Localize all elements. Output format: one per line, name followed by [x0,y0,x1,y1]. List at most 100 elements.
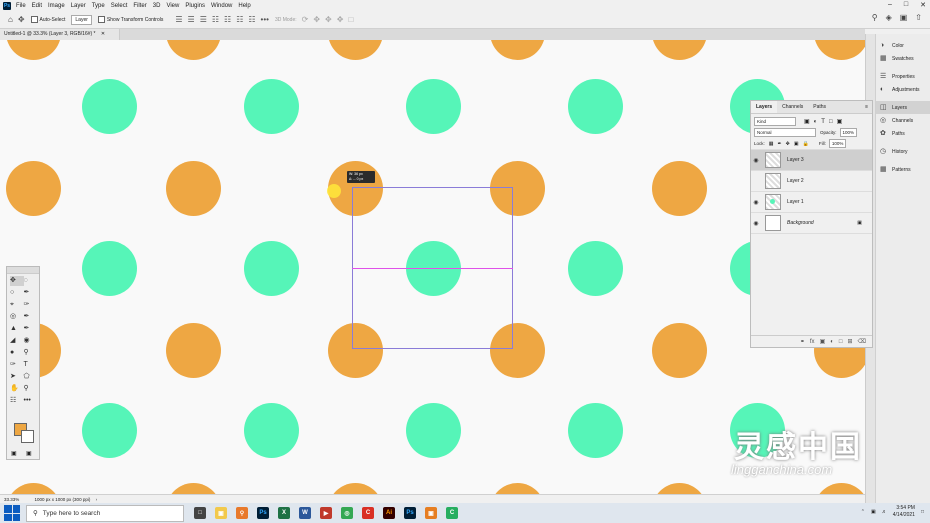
dock-adjustments[interactable]: ◐ Adjustments [876,83,930,96]
tools-panel-header[interactable] [7,267,39,274]
menu-image[interactable]: Image [48,3,65,9]
menu-edit[interactable]: Edit [32,3,42,9]
tab-paths[interactable]: Paths [808,104,831,110]
auto-select-checkbox[interactable] [30,16,38,23]
visibility-eye-icon[interactable]: ◉ [751,220,761,227]
eraser-tool-icon[interactable]: ◢ [10,336,24,346]
dock-paths[interactable]: ✿ Paths [876,127,930,140]
windows-start-icon[interactable] [4,505,20,521]
zoom-tool-icon[interactable]: ⚲ [24,384,38,394]
zoom-level[interactable]: 33.33% [4,497,19,502]
search-icon[interactable]: ⚲ [872,13,878,22]
history-brush-tool-icon[interactable]: ✒ [24,324,38,334]
layer-row[interactable]: ◉ Layer 3 [751,149,872,170]
transform-controls-option[interactable]: Show Transform Controls [97,16,163,23]
visibility-eye-icon[interactable]: ◉ [751,199,761,206]
tray-chevron-icon[interactable]: ⌃ [861,509,865,515]
fx-icon[interactable]: fx [810,339,815,345]
word-icon[interactable]: W [299,507,311,519]
visibility-eye-icon[interactable]: ◉ [751,157,761,164]
align-top-icon[interactable]: ☷ [212,15,219,24]
spot-heal-tool-icon[interactable]: ◎ [10,312,24,322]
stamp-tool-icon[interactable]: ▲ [10,324,24,334]
group-icon[interactable]: □ [839,339,843,345]
blend-mode-dropdown[interactable]: Normal [754,128,816,137]
menu-plugins[interactable]: Plugins [185,3,205,9]
document-tab[interactable]: Untitled-1 @ 33.3% (Layer 3, RGB/16#) * … [0,29,120,40]
home-icon[interactable]: ⌂ [8,15,13,24]
quick-select-tool-icon[interactable]: ✒ [24,288,38,298]
menu-file[interactable]: File [16,3,26,9]
menu-help[interactable]: Help [238,3,250,9]
dock-layers[interactable]: ◫ Layers [876,101,930,114]
more-options-icon[interactable]: ••• [261,15,269,24]
document-close-icon[interactable]: ✕ [101,31,105,37]
layer-row[interactable]: Layer 2 [751,170,872,191]
3d-pan-icon[interactable]: ✥ [325,15,332,24]
layer-row[interactable]: ◉ Layer 1 [751,191,872,212]
auto-select-target-dropdown[interactable]: Layer [71,14,92,25]
delete-layer-icon[interactable]: ⌫ [858,338,866,345]
red-app-icon[interactable]: C [362,507,374,519]
menu-3d[interactable]: 3D [153,3,161,9]
3d-orbit-icon[interactable]: ⟳ [302,15,309,24]
lock-icon[interactable]: ▣ [857,220,862,226]
add-mask-icon[interactable]: ▣ [820,338,826,345]
maximize-icon[interactable]: □ [904,1,908,9]
pen-tool-icon[interactable]: ✑ [10,360,24,370]
transform-controls-checkbox[interactable] [97,16,105,23]
adjustment-layer-icon[interactable]: ◐ [830,339,834,345]
share-icon[interactable]: ⇧ [915,13,922,22]
layer-name[interactable]: Layer 1 [787,199,804,205]
align-middle-icon[interactable]: ☷ [224,15,231,24]
layer-name[interactable]: Layer 2 [787,178,804,184]
excel-icon[interactable]: X [278,507,290,519]
network-icon[interactable]: ▣ [871,509,876,515]
tab-channels[interactable]: Channels [777,104,808,110]
move-tool-icon[interactable]: ✥ [10,276,24,286]
link-layers-icon[interactable]: ⚭ [800,338,805,345]
path-select-tool-icon[interactable]: ➤ [10,372,24,382]
shape-tool-icon[interactable]: ⬠ [24,372,38,382]
layer-name[interactable]: Background [787,220,814,226]
illustrator-icon[interactable]: Ai [383,507,395,519]
photoshop-taskbar-icon[interactable]: Ps [257,507,269,519]
type-tool-icon[interactable]: T [24,360,38,370]
menu-filter[interactable]: Filter [133,3,146,9]
menu-window[interactable]: Window [211,3,232,9]
align-bottom-icon[interactable]: ☷ [236,15,243,24]
camtasia-icon[interactable]: C [446,507,458,519]
edit-toolbar-icon[interactable]: ☷ [10,396,24,406]
panel-menu-icon[interactable]: ≡ [865,104,868,110]
fill-input[interactable]: 100% [828,139,847,148]
align-center-icon[interactable]: ☰ [188,15,195,24]
blur-tool-icon[interactable]: ● [10,348,24,358]
crop-tool-icon[interactable]: ⌖ [10,300,24,310]
photoshop-taskbar-icon-2[interactable]: Ps [404,507,416,519]
taskbar-search-input[interactable]: ⚲ Type here to search [26,504,184,522]
menu-layer[interactable]: Layer [71,3,86,9]
auto-select-option[interactable]: Auto-Select [30,16,65,23]
status-arrow-icon[interactable]: › [96,497,98,502]
align-right-icon[interactable]: ☰ [200,15,207,24]
task-view-icon[interactable]: □ [194,507,206,519]
kind-filter-dropdown[interactable]: Kind [754,117,796,126]
menu-type[interactable]: Type [92,3,105,9]
orange-app-icon[interactable]: ▣ [425,507,437,519]
lock-icons[interactable]: ▦✒✥▣🔒 [769,141,813,147]
chrome-icon[interactable]: ◎ [341,507,353,519]
volume-icon[interactable]: ♬ [882,509,887,515]
paint-bucket-tool-icon[interactable]: ◉ [24,336,38,346]
photoshop-logo-icon[interactable]: Ps [3,1,11,10]
filter-icons[interactable]: ▣◐T□▣ [804,118,846,125]
hand-tool-icon[interactable]: ✋ [10,384,24,394]
close-icon[interactable]: ✕ [920,1,926,9]
taskbar-clock[interactable]: 3:54 PM 4/14/2021 [893,505,915,519]
layer-name[interactable]: Layer 3 [787,157,804,163]
search-app-icon[interactable]: ⚲ [236,507,248,519]
menu-select[interactable]: Select [111,3,128,9]
layer-row[interactable]: ◉ Background ▣ [751,212,872,234]
eyedropper-tool-icon[interactable]: ✑ [24,300,38,310]
file-explorer-icon[interactable]: ▣ [215,507,227,519]
quick-mask-icon[interactable]: ▣ [11,450,17,457]
